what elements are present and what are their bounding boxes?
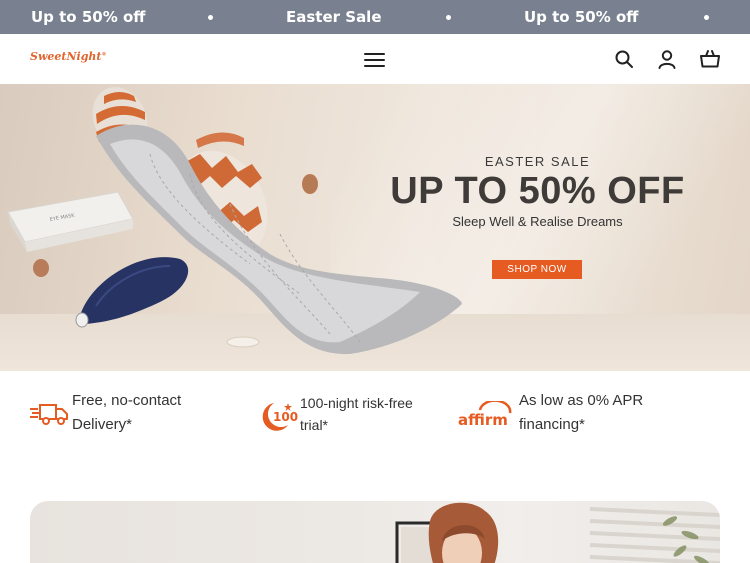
site-header: SweetNight®: [0, 34, 750, 84]
feature-trial-line2: trial*: [300, 417, 329, 433]
cart-icon[interactable]: [699, 48, 721, 70]
feature-financing-line2: financing*: [519, 416, 585, 433]
affirm-logo: affirm: [458, 401, 512, 429]
hero-banner[interactable]: EYE MASK EASTER SALE UP TO 50% OFF Sleep…: [0, 84, 750, 371]
feature-delivery-line2: Delivery*: [72, 416, 133, 433]
announcement-item[interactable]: Up to 50% off: [31, 0, 145, 34]
account-icon[interactable]: [656, 48, 678, 70]
hero-kicker: EASTER SALE: [484, 154, 591, 169]
lifestyle-image-card[interactable]: [30, 501, 720, 563]
hero-title: UP TO 50% OFF: [390, 170, 685, 212]
100-night-icon: 100: [262, 403, 298, 431]
svg-text:affirm: affirm: [458, 411, 508, 429]
lifestyle-photo: [395, 502, 720, 563]
eye-mask: [75, 257, 189, 328]
delivery-truck-icon: [30, 404, 68, 425]
menu-icon[interactable]: [364, 51, 386, 67]
logo-text: SweetNight: [30, 50, 102, 63]
shop-now-button[interactable]: SHOP NOW: [492, 260, 582, 279]
logo[interactable]: SweetNight®: [30, 50, 107, 63]
svg-text:100: 100: [273, 410, 298, 424]
product-box: EYE MASK: [7, 191, 134, 252]
feature-financing-line1: As low as 0% APR: [519, 392, 644, 409]
feature-trial-line1: 100-night risk-free: [300, 395, 413, 411]
feature-delivery-line1: Free, no-contact: [72, 392, 182, 409]
announcement-item[interactable]: Easter Sale: [286, 0, 382, 34]
hero-subtitle: Sleep Well & Realise Dreams: [452, 214, 623, 229]
announcement-item[interactable]: Up to 50% off: [524, 0, 638, 34]
announcement-bar: Up to 50% off Easter Sale Up to 50% off: [0, 0, 750, 34]
separator-dot: [446, 15, 451, 20]
search-icon[interactable]: [613, 48, 635, 70]
features-row: Free, no-contact Delivery* 100 100-night…: [0, 371, 750, 501]
separator-dot: [704, 15, 709, 20]
hero-copy: EASTER SALE UP TO 50% OFF Sleep Well & R…: [365, 154, 710, 229]
separator-dot: [208, 15, 213, 20]
